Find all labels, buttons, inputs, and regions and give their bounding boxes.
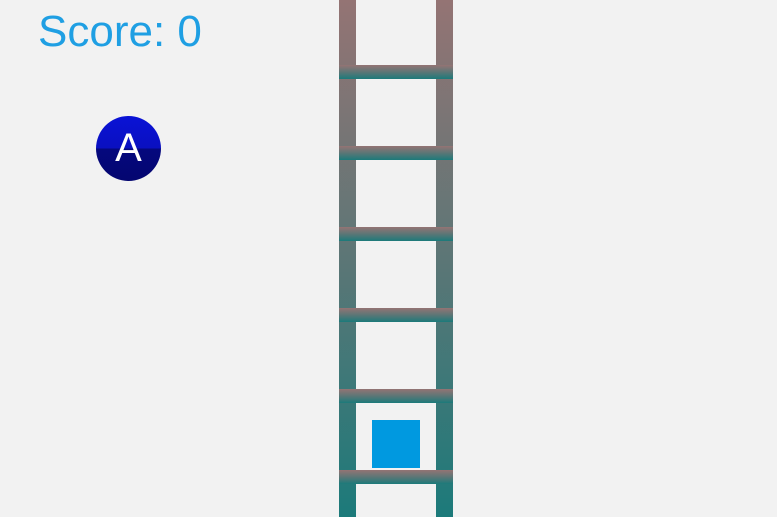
score-value: 0	[177, 7, 202, 56]
score-label: Score:	[38, 7, 166, 56]
ladder-rung	[339, 65, 453, 79]
ladder-rung	[339, 146, 453, 160]
player-block-icon	[372, 420, 420, 468]
ladder-rung	[339, 308, 453, 322]
score-display: Score: 0	[38, 7, 202, 57]
game-stage[interactable]: Score: 0 A	[0, 0, 777, 517]
action-a-button[interactable]: A	[96, 116, 161, 181]
ladder-rung	[339, 470, 453, 484]
ladder-rung	[339, 389, 453, 403]
ladder-rung	[339, 227, 453, 241]
